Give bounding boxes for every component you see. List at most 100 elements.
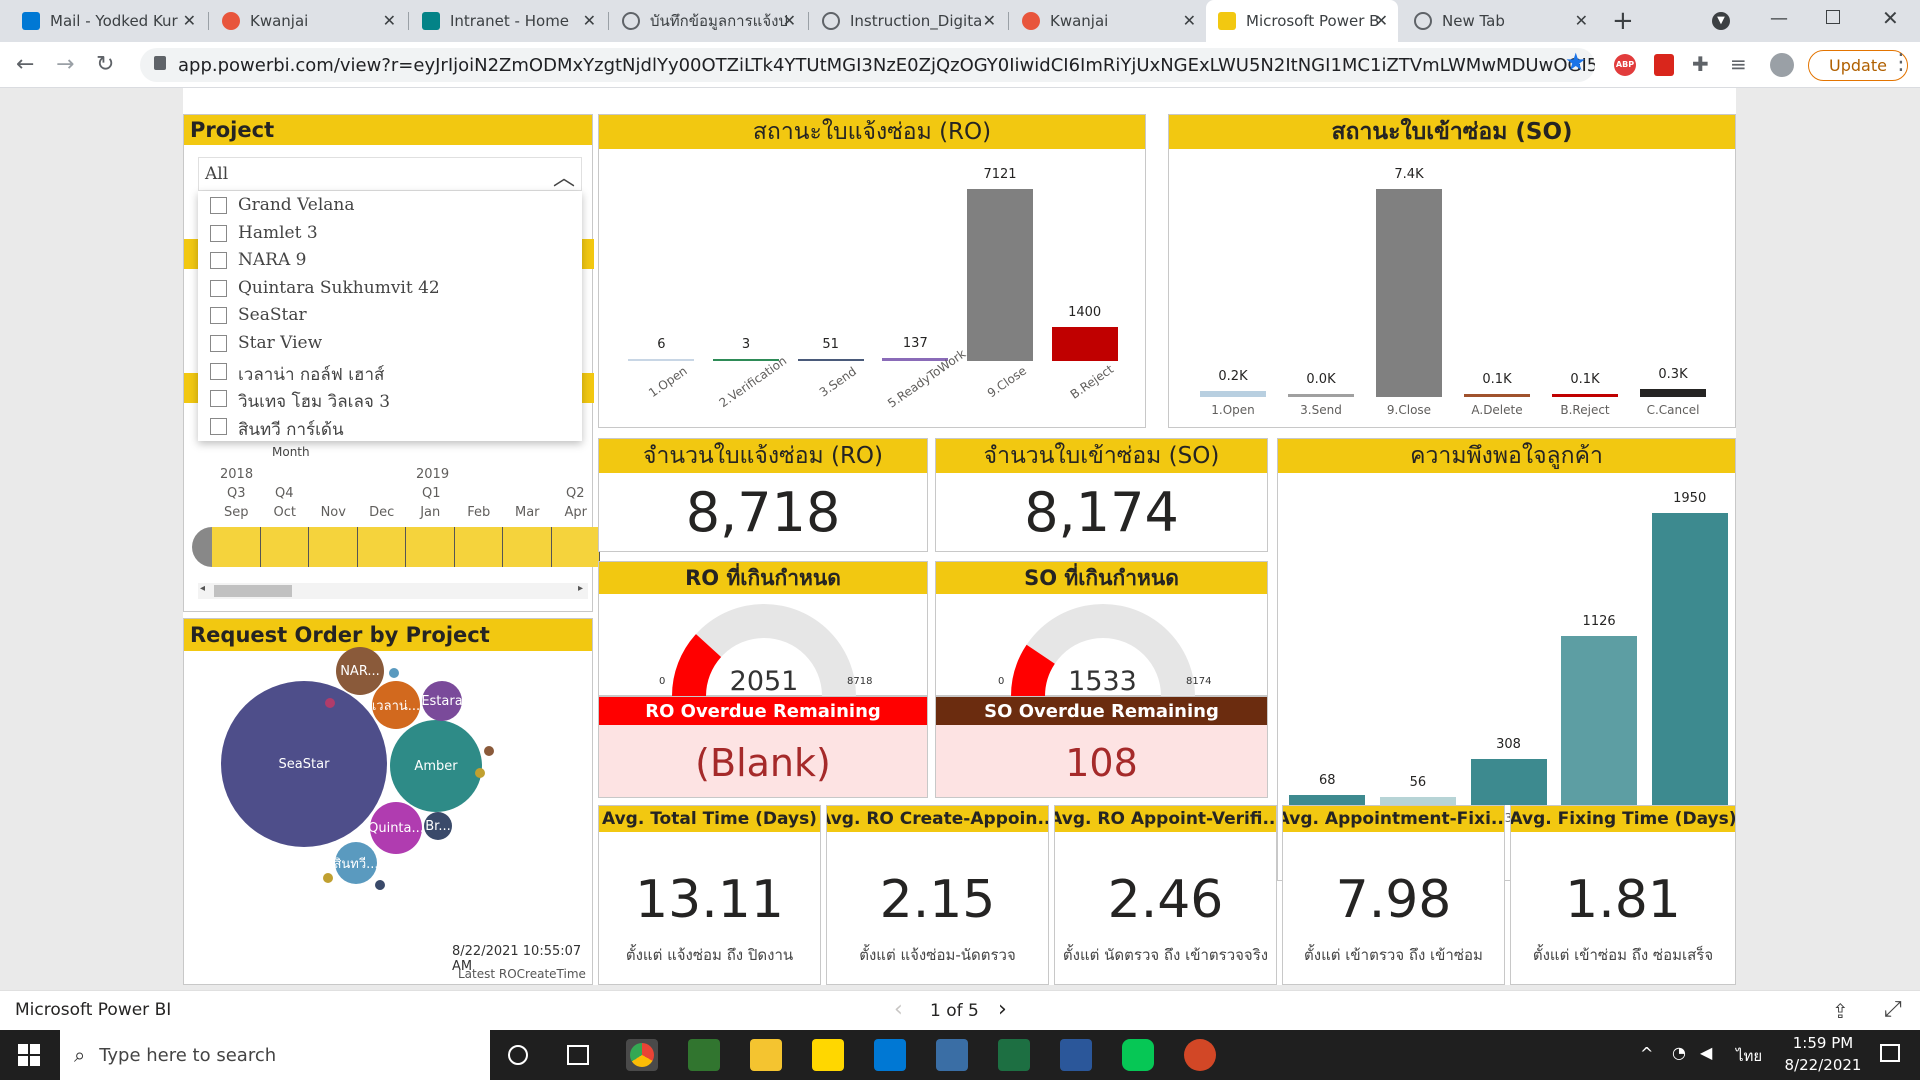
close-icon[interactable]: ✕ (1183, 11, 1196, 30)
volume-icon[interactable]: ◀ (1700, 1043, 1712, 1062)
bar[interactable] (1289, 794, 1366, 805)
word-taskbar-icon[interactable] (1060, 1039, 1092, 1071)
reload-icon[interactable]: ↻ (96, 52, 114, 77)
tab-intranet[interactable]: Intranet - Home ✕ (410, 0, 606, 42)
remote-desktop-icon[interactable] (936, 1039, 968, 1071)
scrollbar-thumb[interactable] (214, 585, 292, 597)
bar[interactable] (1470, 758, 1547, 805)
line-taskbar-icon[interactable] (1122, 1039, 1154, 1071)
timeline-handle-left[interactable] (192, 527, 212, 567)
restore-icon[interactable] (1826, 10, 1840, 24)
timeline-month-cell[interactable] (357, 527, 406, 567)
timeline-month-cell[interactable] (212, 527, 261, 567)
bubble-2[interactable]: NAR... (336, 647, 384, 695)
bar[interactable] (1651, 513, 1728, 805)
chevron-up-icon[interactable]: ︿ (553, 160, 575, 192)
bar[interactable] (1379, 796, 1456, 805)
powerbi-brand[interactable]: Microsoft Power BI (15, 1000, 171, 1020)
close-icon[interactable]: ✕ (1375, 11, 1388, 30)
bookmark-star-icon[interactable]: ★ (1565, 48, 1587, 76)
wifi-icon[interactable]: ◔ (1672, 1043, 1686, 1062)
menu-icon[interactable]: ⋮ (1890, 50, 1912, 75)
small-bubble[interactable] (484, 746, 494, 756)
project-taskbar-icon[interactable] (688, 1039, 720, 1071)
timeline-range[interactable] (212, 527, 600, 567)
url-input[interactable]: app.powerbi.com/view?r=eyJrIjoiN2ZmODMxY… (140, 48, 1595, 82)
project-checkbox[interactable] (210, 252, 227, 270)
pdf-icon[interactable] (1654, 54, 1674, 76)
timeline-month-cell[interactable] (551, 527, 600, 567)
close-icon[interactable]: ✕ (983, 11, 996, 30)
chrome-taskbar-icon[interactable] (626, 1039, 658, 1071)
timeline-month-cell[interactable] (260, 527, 309, 567)
project-option-label[interactable]: Quintara Sukhumvit 42 (238, 278, 440, 298)
tab-powerbi[interactable]: Microsoft Power B ✕ (1206, 0, 1398, 42)
prev-page-icon[interactable]: ‹ (894, 997, 903, 1022)
fullscreen-icon[interactable]: ⤢ (1884, 997, 1902, 1022)
powerpoint-taskbar-icon[interactable] (1184, 1039, 1216, 1071)
sticky-notes-icon[interactable] (812, 1039, 844, 1071)
timeline-month-cell[interactable] (503, 527, 552, 567)
bubble-7[interactable]: สินทวี... (335, 842, 377, 884)
project-option-label[interactable]: เวลาน่า กอล์ฟ เฮาส์ (238, 361, 384, 388)
outlook-taskbar-icon[interactable] (874, 1039, 906, 1071)
project-checkbox[interactable] (210, 307, 227, 325)
chevron-up-icon[interactable]: ^ (1640, 1044, 1653, 1063)
input-language[interactable]: ไทย (1736, 1044, 1762, 1068)
project-option-label[interactable]: สินทวี การ์เด้น (238, 416, 344, 443)
profile-icon[interactable] (1770, 53, 1794, 77)
project-checkbox[interactable] (210, 279, 227, 297)
task-view-icon[interactable] (567, 1045, 589, 1065)
project-checkbox[interactable] (210, 224, 227, 242)
project-option-label[interactable]: Hamlet 3 (238, 223, 318, 243)
bar[interactable] (1552, 394, 1618, 397)
project-option-label[interactable]: NARA 9 (238, 250, 306, 270)
bar[interactable] (1640, 388, 1706, 397)
project-checkbox[interactable] (210, 197, 227, 214)
extensions-icon[interactable]: ✚ (1692, 52, 1709, 76)
scroll-right-icon[interactable]: ▸ (578, 583, 583, 594)
timeline-scrollbar[interactable]: ◂ ▸ (198, 583, 588, 599)
forward-icon[interactable]: → (56, 52, 74, 77)
close-icon[interactable]: ✕ (383, 11, 396, 30)
bar[interactable] (1200, 391, 1266, 397)
timeline-month-cell[interactable] (406, 527, 455, 567)
project-option-label[interactable]: วินเทจ โฮม วิลเลจ 3 (238, 388, 390, 415)
project-checkbox[interactable] (210, 390, 227, 408)
tab-record[interactable]: บันทึกข้อมูลการแจ้งป ✕ (610, 0, 806, 42)
timeline-month-cell[interactable] (454, 527, 503, 567)
close-window-icon[interactable]: ✕ (1882, 6, 1899, 30)
tab-kwanjai[interactable]: Kwanjai ✕ (210, 0, 406, 42)
small-bubble[interactable] (475, 768, 485, 778)
media-icon[interactable]: ≡ (1730, 52, 1747, 76)
small-bubble[interactable] (375, 880, 385, 890)
project-checkbox[interactable] (210, 335, 227, 352)
close-icon[interactable]: ✕ (183, 11, 196, 30)
bubble-4[interactable]: Estara (422, 681, 462, 721)
bubble-3[interactable]: เวลาน่... (372, 681, 420, 729)
project-option-label[interactable]: Star View (238, 333, 322, 353)
windows-start-icon[interactable] (18, 1044, 40, 1066)
bubble-0[interactable]: SeaStar (221, 681, 387, 847)
project-option-label[interactable]: SeaStar (238, 305, 307, 325)
bubble-6[interactable]: Br... (424, 812, 452, 840)
notifications-icon[interactable] (1880, 1044, 1900, 1062)
cortana-icon[interactable] (508, 1045, 528, 1065)
bar[interactable] (1376, 189, 1442, 397)
tab-mail[interactable]: Mail - Yodked Kur ✕ (10, 0, 206, 42)
bar[interactable] (1051, 327, 1118, 361)
small-bubble[interactable] (323, 873, 333, 883)
clock-time[interactable]: 1:59 PM (1778, 1034, 1868, 1052)
bubble-1[interactable]: Amber (390, 720, 482, 812)
clock-date[interactable]: 8/22/2021 (1776, 1056, 1870, 1074)
bar[interactable] (1464, 394, 1530, 397)
bar[interactable] (1288, 394, 1354, 397)
tab-kwanjai-2[interactable]: Kwanjai ✕ (1010, 0, 1206, 42)
adblock-icon[interactable]: ABP (1614, 54, 1636, 76)
file-explorer-icon[interactable] (750, 1039, 782, 1071)
tab-newtab[interactable]: New Tab ✕ (1402, 0, 1598, 42)
bar[interactable] (1561, 636, 1638, 805)
close-icon[interactable]: ✕ (583, 11, 596, 30)
close-icon[interactable]: ✕ (783, 11, 796, 30)
small-bubble[interactable] (325, 698, 335, 708)
